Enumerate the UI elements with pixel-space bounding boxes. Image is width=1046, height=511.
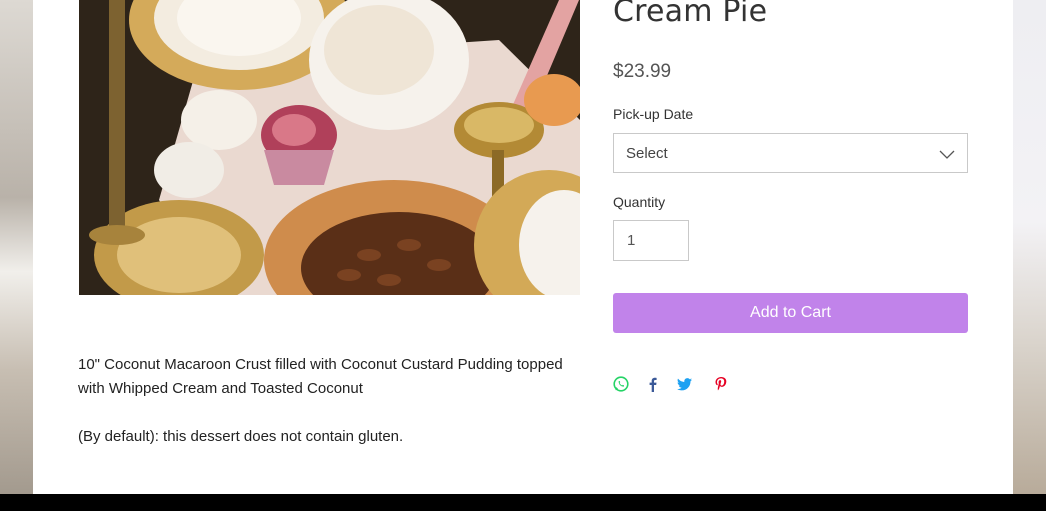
pickup-date-value: Select — [626, 144, 668, 162]
quantity-label: Quantity — [613, 194, 666, 210]
whatsapp-icon[interactable] — [613, 376, 629, 394]
add-to-cart-button[interactable]: Add to Cart — [613, 293, 968, 333]
chevron-down-icon — [939, 146, 955, 166]
facebook-icon[interactable] — [645, 376, 661, 394]
twitter-icon[interactable] — [677, 376, 693, 394]
product-title: Cream Pie — [613, 0, 768, 29]
footer-bar — [0, 494, 1046, 511]
product-card: 10" Coconut Macaroon Crust filled with C… — [33, 0, 1013, 494]
pickup-date-label: Pick-up Date — [613, 106, 694, 122]
background-left — [0, 0, 33, 494]
pickup-date-select[interactable]: Select — [613, 133, 968, 173]
product-price: $23.99 — [613, 61, 672, 82]
description-paragraph: 10" Coconut Macaroon Crust filled with C… — [78, 356, 563, 397]
product-image[interactable] — [79, 0, 580, 295]
background-right — [1013, 0, 1046, 494]
product-description: 10" Coconut Macaroon Crust filled with C… — [78, 353, 588, 449]
gluten-note: (By default): this dessert does not cont… — [78, 428, 404, 445]
share-buttons — [613, 376, 745, 394]
pinterest-icon[interactable] — [713, 376, 729, 394]
quantity-input[interactable] — [613, 220, 689, 261]
